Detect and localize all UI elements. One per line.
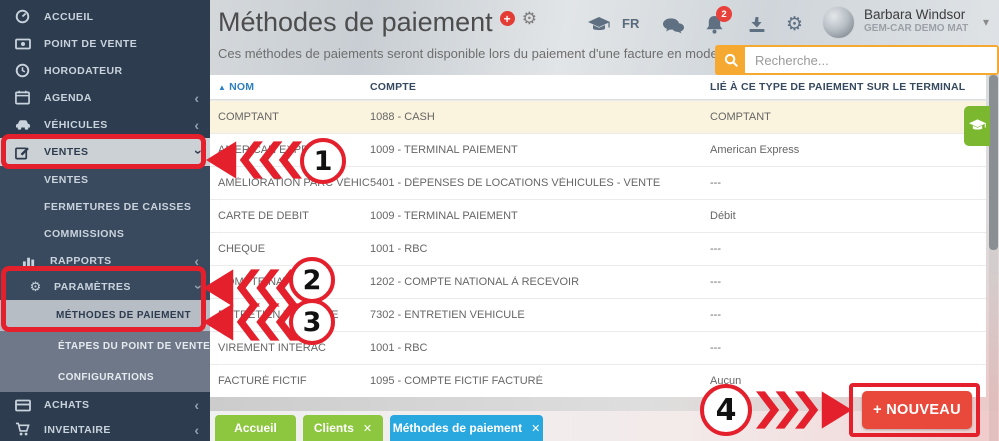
sidebar-item-label: PARAMÈTRES: [54, 281, 131, 293]
sidebar-item-agenda[interactable]: AGENDA ‹: [0, 84, 210, 111]
new-button[interactable]: + NOUVEAU: [862, 391, 972, 429]
sidebar-item-label: VENTES: [44, 174, 88, 186]
sidebar-item-configurations[interactable]: CONFIGURATIONS: [0, 362, 210, 392]
sidebar-item-methodes-de-paiement[interactable]: MÉTHODES DE PAIEMENT: [0, 300, 210, 331]
sidebar-item-fermetures-de-caisses[interactable]: FERMETURES DE CAISSES: [0, 193, 210, 220]
cash-icon: [14, 37, 31, 51]
sidebar-item-label: CONFIGURATIONS: [58, 372, 154, 383]
chevron-left-icon: ‹: [194, 254, 199, 268]
sidebar-item-label: ACHATS: [44, 399, 89, 411]
user-organization: GEM-CAR DEMO MAT: [864, 23, 968, 34]
sidebar-item-label: MÉTHODES DE PAIEMENT: [56, 310, 191, 321]
gear-icon[interactable]: ⚙: [786, 13, 803, 35]
avatar[interactable]: [822, 6, 855, 39]
open-tab-clients[interactable]: Clients ✕: [303, 415, 383, 441]
sidebar-item-ventes[interactable]: VENTES: [0, 166, 210, 193]
sidebar-item-label: FERMETURES DE CAISSES: [44, 201, 191, 213]
search-bar: [715, 45, 999, 75]
cart-icon: [14, 422, 31, 437]
sidebar-item-ventes-parent[interactable]: VENTES ‹: [0, 138, 210, 166]
chevron-down-icon: ‹: [190, 150, 204, 155]
academy-cap-icon[interactable]: [588, 17, 610, 39]
sidebar-item-label: RAPPORTS: [50, 255, 112, 267]
notification-count-badge: 2: [716, 6, 732, 22]
table-row[interactable]: COMPTE NATIONAL1202 - COMPTE NATIONAL À …: [210, 265, 986, 298]
open-tab-methodes-de-paiement[interactable]: Méthodes de paiement ✕: [390, 415, 543, 441]
language-toggle[interactable]: FR: [622, 16, 639, 31]
sidebar-item-label: VÉHICULES: [44, 119, 108, 131]
close-icon[interactable]: ✕: [363, 422, 372, 435]
sidebar-item-label: INVENTAIRE: [44, 424, 111, 436]
help-academy-tab[interactable]: [964, 106, 990, 146]
car-icon: [14, 118, 31, 131]
table-row[interactable]: COMPTANT1088 - CASHCOMPTANT: [210, 100, 986, 133]
sidebar-item-label: POINT DE VENTE: [44, 38, 137, 50]
calendar-icon: [14, 90, 31, 105]
user-name: Barbara Windsor: [864, 7, 968, 22]
sidebar-item-inventaire[interactable]: INVENTAIRE ‹: [0, 418, 210, 441]
search-icon: [717, 47, 745, 73]
chevron-left-icon: ‹: [194, 423, 199, 437]
sidebar-item-label: AGENDA: [44, 92, 92, 104]
table-row[interactable]: AMÉLIORATION PARC VÉHICULE5401 - DÉPENSE…: [210, 166, 986, 199]
sidebar-item-achats[interactable]: ACHATS ‹: [0, 392, 210, 418]
user-menu-caret-icon[interactable]: ▾: [983, 15, 989, 29]
close-icon[interactable]: ✕: [531, 422, 540, 435]
chevron-left-icon: ‹: [194, 118, 199, 132]
add-method-icon[interactable]: +: [500, 11, 515, 26]
scrollbar-thumb[interactable]: [989, 75, 998, 250]
page-subtitle: Ces méthodes de paiements seront disponi…: [218, 46, 749, 61]
page-title: Méthodes de paiement: [218, 8, 493, 38]
sidebar-item-point-de-vente[interactable]: POINT DE VENTE: [0, 30, 210, 57]
settings-gear-icon[interactable]: ⚙: [522, 9, 537, 29]
search-input[interactable]: [745, 47, 997, 73]
table-header-row: ▲NOM COMPTE LIÉ À CE TYPE DE PAIEMENT SU…: [210, 75, 986, 100]
sidebar-item-label: ACCUEIL: [44, 11, 93, 23]
sidebar-item-label: COMMISSIONS: [44, 228, 124, 240]
sidebar-item-rapports[interactable]: RAPPORTS ‹: [0, 247, 210, 274]
sort-asc-icon: ▲: [218, 83, 226, 92]
chevron-left-icon: ‹: [194, 91, 199, 105]
open-tab-accueil[interactable]: Accueil: [215, 415, 296, 441]
table-row[interactable]: CHEQUE1001 - RBC---: [210, 232, 986, 265]
main-content: Méthodes de paiement + ⚙ Ces méthodes de…: [210, 0, 999, 441]
gear-icon: ⚙: [27, 280, 44, 295]
sidebar-item-parametres[interactable]: ⚙ PARAMÈTRES ‹: [0, 274, 210, 300]
sidebar-item-commissions[interactable]: COMMISSIONS: [0, 220, 210, 247]
bar-chart-icon: [20, 254, 37, 267]
sidebar-item-vehicules[interactable]: VÉHICULES ‹: [0, 111, 210, 138]
column-header-terminal[interactable]: LIÉ À CE TYPE DE PAIEMENT SUR LE TERMINA…: [710, 81, 986, 93]
chevron-down-icon: ‹: [190, 285, 204, 290]
edit-icon: [14, 145, 31, 160]
table-row[interactable]: VIREMENT INTERAC1001 - RBC---: [210, 331, 986, 364]
dashboard-icon: [14, 9, 31, 24]
sidebar-item-label: ÉTAPES DU POINT DE VENTE: [58, 341, 210, 352]
user-menu[interactable]: Barbara Windsor GEM-CAR DEMO MAT: [864, 7, 968, 34]
chevron-left-icon: ‹: [194, 398, 199, 412]
sidebar-item-horodateur[interactable]: HORODATEUR: [0, 57, 210, 84]
download-icon[interactable]: [748, 17, 766, 38]
sidebar-item-accueil[interactable]: ACCUEIL: [0, 3, 210, 30]
sidebar-item-etapes-du-point-de-vente[interactable]: ÉTAPES DU POINT DE VENTE: [0, 331, 210, 362]
sidebar: ACCUEIL POINT DE VENTE HORODATEUR AGENDA…: [0, 0, 210, 441]
chat-icon[interactable]: [663, 18, 684, 39]
clock-icon: [14, 63, 31, 78]
purchases-icon: [14, 399, 31, 412]
payment-methods-table: ▲NOM COMPTE LIÉ À CE TYPE DE PAIEMENT SU…: [210, 75, 986, 397]
table-row[interactable]: CARTE DE DEBIT1009 - TERMINAL PAIEMENTDé…: [210, 199, 986, 232]
sidebar-item-label: HORODATEUR: [44, 65, 122, 77]
table-row[interactable]: AMERICAN EXPRESS1009 - TERMINAL PAIEMENT…: [210, 133, 986, 166]
table-row[interactable]: ENTRETIEN VEHICULE7302 - ENTRETIEN VEHIC…: [210, 298, 986, 331]
column-header-compte[interactable]: COMPTE: [370, 81, 710, 93]
sidebar-item-label: VENTES: [44, 146, 88, 158]
column-header-nom[interactable]: ▲NOM: [218, 81, 370, 93]
